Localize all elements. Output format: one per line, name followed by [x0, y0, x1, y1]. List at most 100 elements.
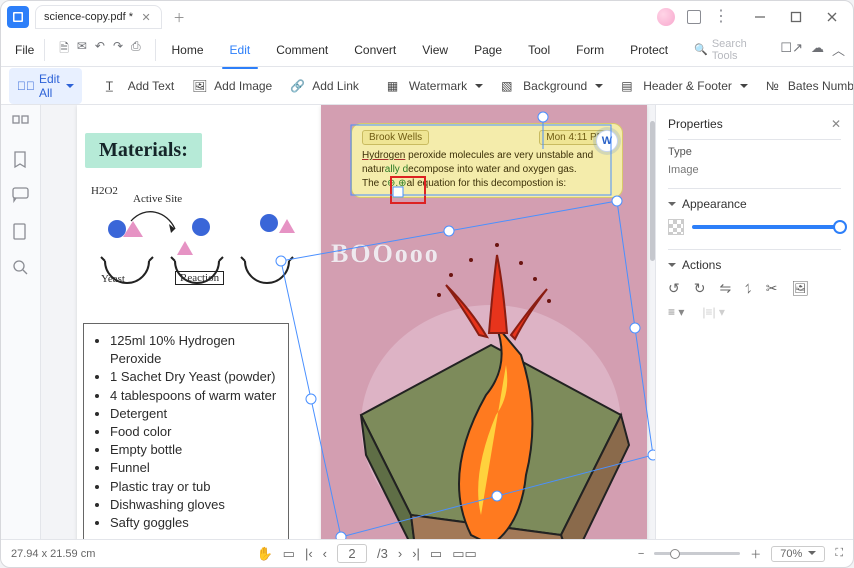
diagram-label-yeast: Yeast: [101, 273, 125, 285]
align-distribute-icon[interactable]: |≡| ▾: [702, 305, 725, 319]
opacity-icon: [668, 219, 684, 235]
list-item: Safty goggles: [110, 514, 278, 532]
left-sidebar: [1, 105, 41, 539]
mail-icon[interactable]: ✉: [77, 39, 87, 60]
actions-section[interactable]: Actions: [668, 249, 841, 272]
page-dimensions: 27.94 x 21.59 cm: [11, 548, 95, 560]
background-label: Background: [523, 79, 587, 93]
type-value: Image: [668, 164, 841, 176]
header-footer-dropdown[interactable]: ▤Header & Footer: [617, 75, 752, 97]
menu-edit[interactable]: Edit: [218, 37, 263, 63]
add-link-button[interactable]: 🔗Add Link: [286, 75, 363, 97]
rotate-right-icon[interactable]: ↻: [694, 280, 706, 297]
menu-tool[interactable]: Tool: [516, 37, 562, 63]
window-close-button[interactable]: [817, 7, 847, 27]
comment-icon[interactable]: [12, 187, 30, 205]
zoom-slider-thumb[interactable]: [670, 549, 680, 559]
replace-image-icon[interactable]: 🖼: [792, 280, 810, 297]
list-item: 4 tablespoons of warm water: [110, 387, 278, 405]
divider: [44, 39, 45, 61]
menu-page[interactable]: Page: [462, 37, 514, 63]
single-page-icon[interactable]: ▭: [430, 546, 442, 562]
last-page-icon[interactable]: ›|: [412, 546, 420, 561]
main-area: ‹ Materials:: [1, 105, 853, 539]
undo-icon[interactable]: ↶: [95, 39, 105, 60]
next-page-icon[interactable]: ›: [398, 546, 402, 561]
collapse-ribbon-icon[interactable]: ︿: [832, 40, 845, 59]
prev-page-icon[interactable]: ‹: [323, 546, 327, 561]
document-canvas[interactable]: ‹ Materials:: [41, 105, 655, 539]
align-left-icon[interactable]: ≡ ▾: [668, 305, 684, 319]
select-tool-icon[interactable]: ▭: [283, 546, 295, 562]
thumbnails-icon[interactable]: [12, 115, 30, 133]
edit-toolbar: ✎⃝ Edit All T̲Add Text 🖼Add Image 🔗Add L…: [1, 67, 853, 105]
search-panel-icon[interactable]: [12, 259, 30, 277]
background-dropdown[interactable]: ▧Background: [497, 75, 607, 97]
attachment-icon[interactable]: [12, 223, 30, 241]
list-item: Food color: [110, 423, 278, 441]
two-page-icon[interactable]: ▭▭: [452, 546, 477, 562]
scrollbar-thumb[interactable]: [650, 121, 655, 261]
opacity-slider[interactable]: [692, 225, 841, 229]
scrollbar-track[interactable]: [649, 105, 655, 539]
menu-view[interactable]: View: [410, 37, 460, 63]
print-icon[interactable]: ⎙: [131, 39, 141, 60]
edit-all-dropdown[interactable]: ✎⃝ Edit All: [9, 68, 82, 104]
fit-page-icon[interactable]: ⛶: [835, 547, 843, 560]
close-tab-icon[interactable]: ✕: [139, 10, 153, 24]
zoom-slider[interactable]: [654, 552, 740, 555]
document-page-right: Brook Wells Mon 4:11 PM Hydrogen peroxid…: [321, 105, 647, 539]
annotation-marker[interactable]: [390, 176, 426, 204]
pencil-icon: ✎⃝: [17, 79, 35, 93]
menu-protect[interactable]: Protect: [618, 37, 680, 63]
list-item: Empty bottle: [110, 441, 278, 459]
window-maximize-button[interactable]: [781, 7, 811, 27]
menu-home[interactable]: Home: [160, 37, 216, 63]
close-panel-icon[interactable]: ✕: [831, 117, 841, 131]
menu-file[interactable]: File: [9, 39, 40, 61]
add-image-button[interactable]: 🖼Add Image: [188, 75, 276, 97]
open-external-icon[interactable]: ☐↗: [780, 40, 803, 59]
watermark-dropdown[interactable]: ▦Watermark: [383, 75, 487, 97]
word-badge-icon[interactable]: W: [596, 130, 618, 152]
flip-v-icon[interactable]: ⥍: [745, 280, 752, 297]
yeast-diagram: [85, 191, 315, 311]
bookmark-icon[interactable]: [12, 151, 30, 169]
zoom-out-icon[interactable]: −: [638, 548, 644, 560]
hand-tool-icon[interactable]: ✋: [256, 546, 272, 562]
zoom-in-icon[interactable]: ＋: [750, 546, 761, 562]
chevron-down-icon: [64, 79, 74, 93]
menu-convert[interactable]: Convert: [342, 37, 408, 63]
window-minimize-button[interactable]: [745, 7, 775, 27]
list-item: 125ml 10% Hydrogen Peroxide: [110, 332, 278, 368]
save-icon[interactable]: 🗎: [59, 39, 69, 60]
menu-comment[interactable]: Comment: [264, 37, 340, 63]
menu-form[interactable]: Form: [564, 37, 616, 63]
slider-thumb[interactable]: [833, 220, 847, 234]
comment-note[interactable]: Brook Wells Mon 4:11 PM Hydrogen peroxid…: [351, 123, 623, 198]
bates-number-dropdown[interactable]: №Bates Number: [762, 75, 854, 97]
add-tab-button[interactable]: ＋: [168, 6, 190, 28]
search-tools[interactable]: 🔍 Search Tools: [688, 35, 770, 65]
zoom-value: 70%: [780, 548, 802, 560]
more-icon[interactable]: ⋮: [713, 9, 729, 25]
status-bar: 27.94 x 21.59 cm ✋ ▭ |‹ ‹ 2 /3 › ›| ▭ ▭▭…: [1, 539, 853, 567]
page-number-field[interactable]: 2: [337, 544, 367, 563]
document-tab[interactable]: science-copy.pdf * ✕: [35, 5, 162, 29]
share-icon[interactable]: [687, 10, 701, 24]
search-placeholder: Search Tools: [712, 38, 765, 62]
titlebar-right-icons: ⋮: [657, 8, 729, 26]
rotate-left-icon[interactable]: ↺: [668, 280, 680, 297]
profile-avatar-icon[interactable]: [657, 8, 675, 26]
redo-icon[interactable]: ↷: [113, 39, 123, 60]
diagram-label-h2o2: H2O2: [91, 185, 118, 197]
flip-h-icon[interactable]: ⇋: [719, 280, 731, 297]
header-footer-icon: ▤: [621, 79, 637, 93]
cloud-icon[interactable]: ☁: [811, 40, 824, 59]
first-page-icon[interactable]: |‹: [305, 546, 313, 561]
appearance-section[interactable]: Appearance: [668, 188, 841, 211]
zoom-dropdown[interactable]: 70%: [771, 546, 825, 562]
add-text-label: Add Text: [128, 79, 174, 93]
crop-icon[interactable]: ✂: [766, 280, 778, 297]
add-text-button[interactable]: T̲Add Text: [102, 75, 178, 97]
